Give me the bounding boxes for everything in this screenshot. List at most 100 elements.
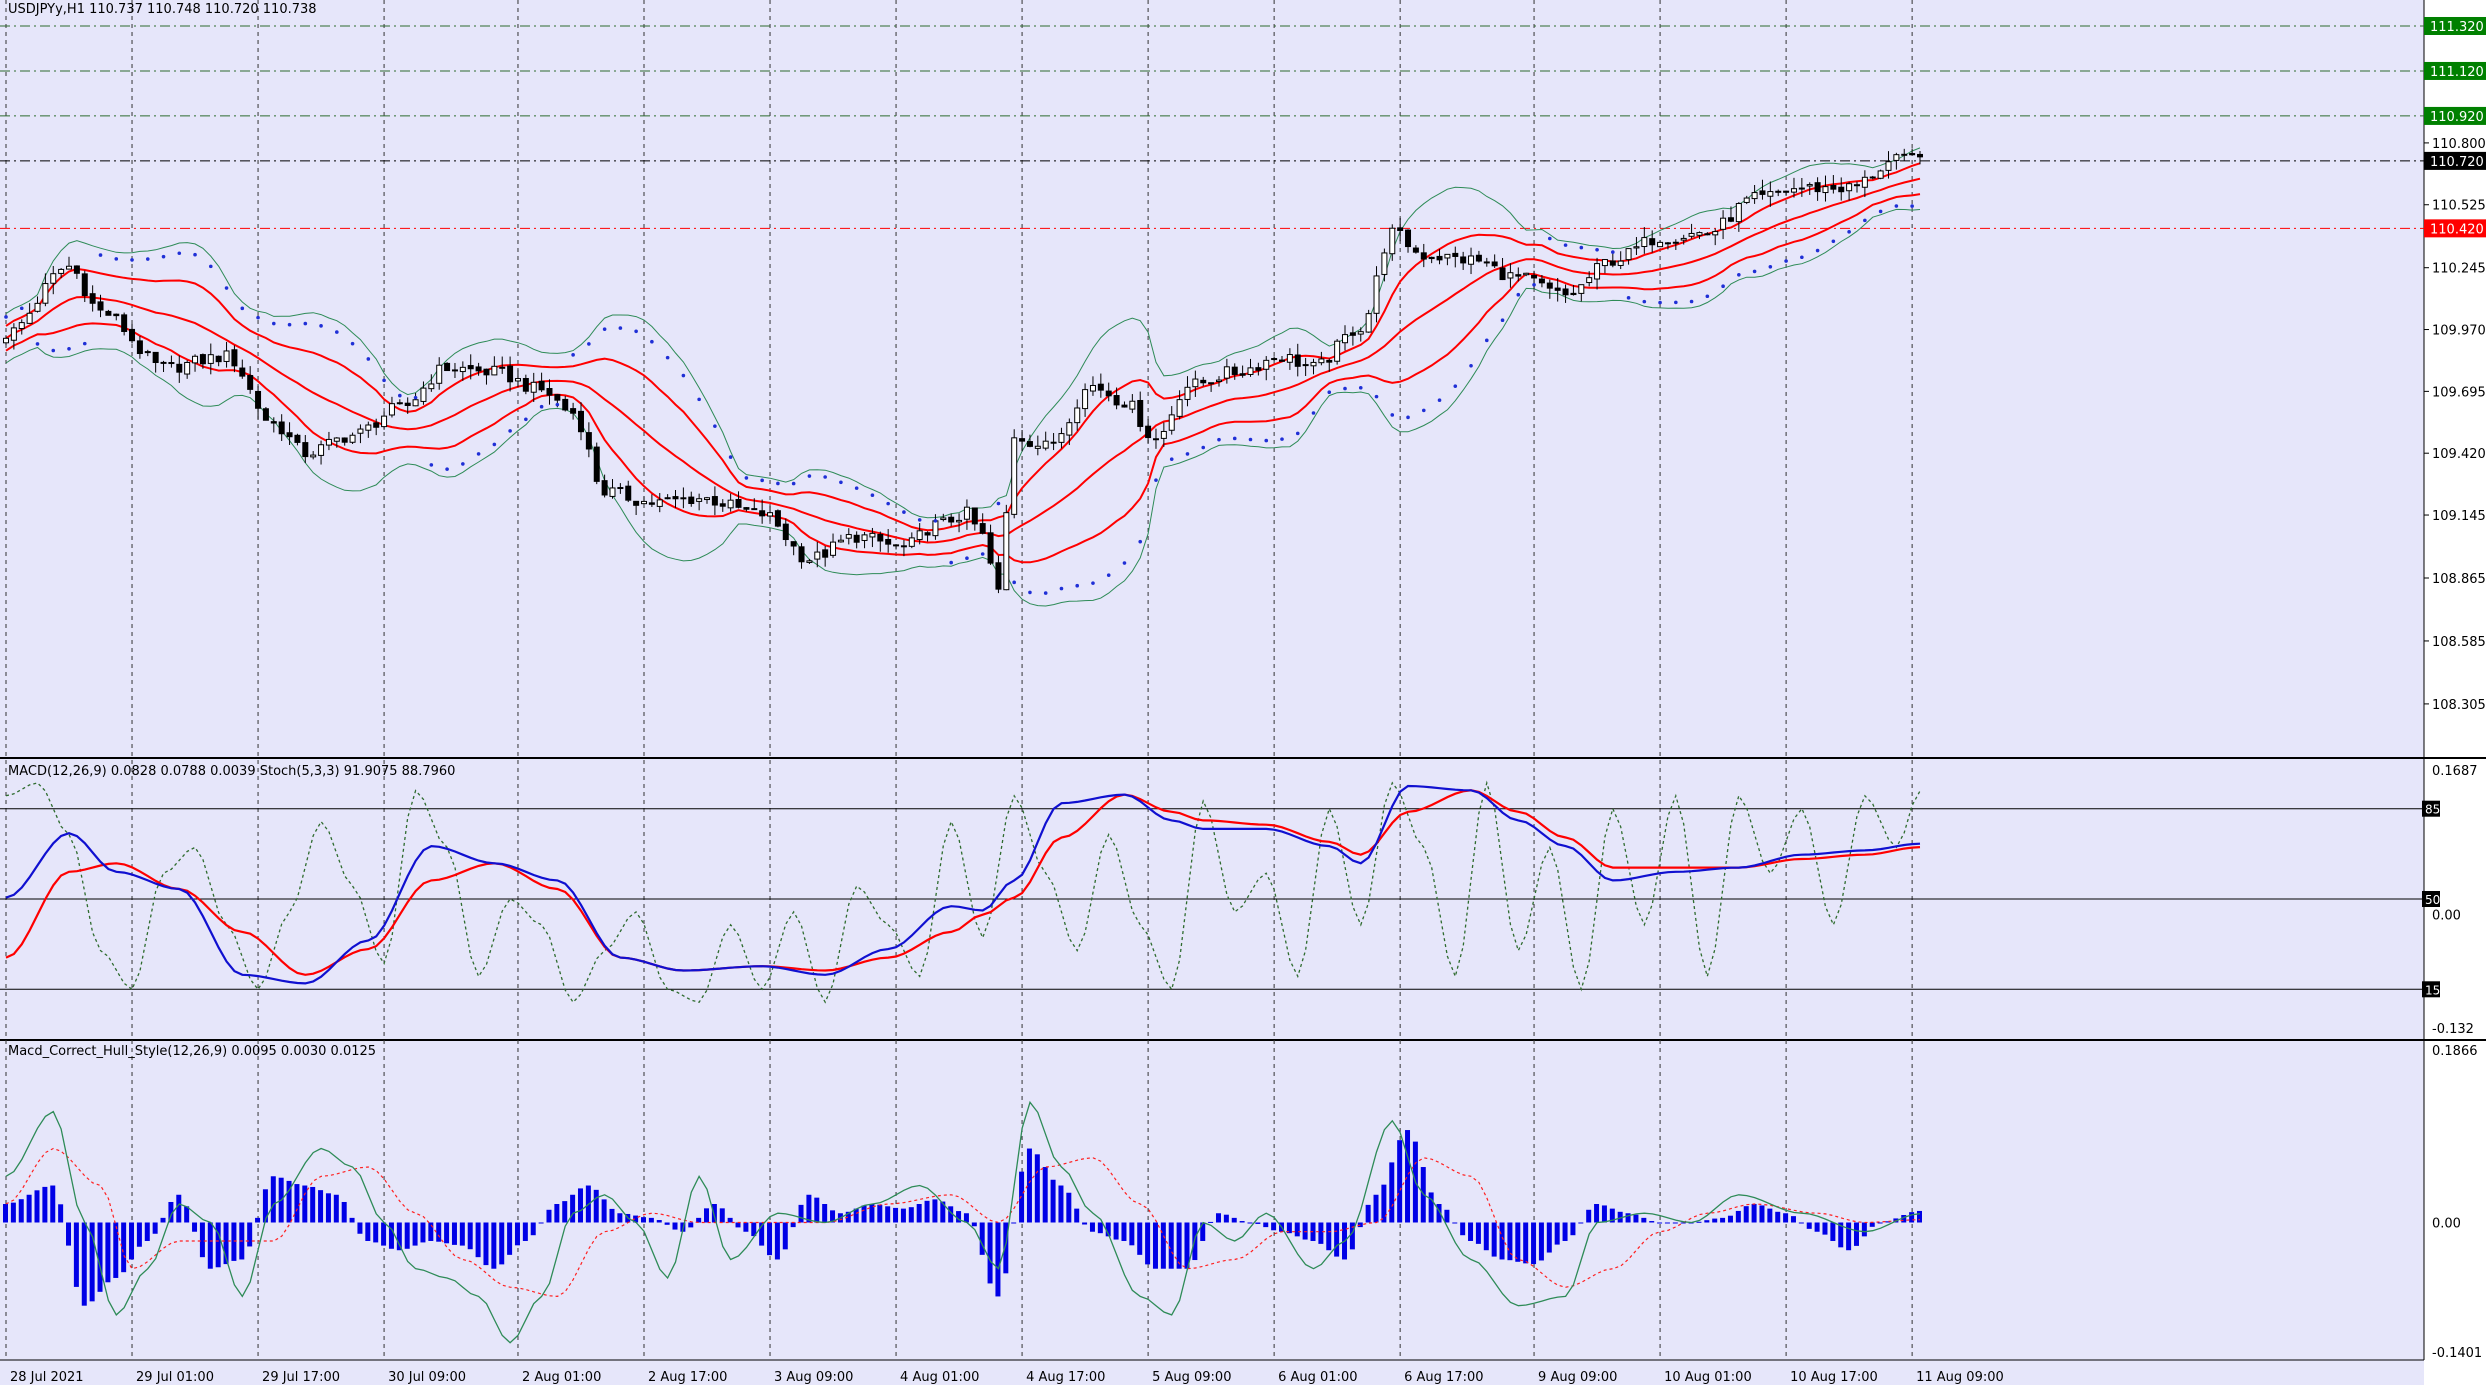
sar-dot [1626, 296, 1631, 300]
sar-dot [1768, 265, 1773, 269]
hull-histogram-bar [1294, 1222, 1300, 1237]
candle-body [1373, 275, 1380, 314]
candle-body [1003, 512, 1010, 591]
sar-dot [1800, 255, 1804, 260]
hull-panel-label: Macd_Correct_Hull_Style(12,26,9) 0.0095 … [8, 1044, 377, 1059]
hull-histogram-bar [365, 1222, 371, 1241]
sar-dot [744, 476, 749, 480]
sar-dot [1280, 437, 1284, 441]
hull-histogram-bar [1783, 1213, 1789, 1223]
chart-title: USDJPYy,H1 110.737 110.748 110.720 110.7… [8, 2, 317, 17]
candle-body [790, 541, 797, 547]
hull-histogram-bar [1145, 1222, 1151, 1265]
candle-body [1680, 237, 1687, 241]
candle-body [963, 506, 970, 520]
sar-dot [1437, 398, 1442, 403]
hull-histogram-bar [577, 1188, 583, 1223]
candle-body [1279, 359, 1285, 362]
candle-body [105, 310, 112, 316]
candle-body [932, 520, 939, 537]
candle-body [1806, 184, 1813, 187]
candle-body [1633, 246, 1640, 249]
hull-histogram-bar [1562, 1222, 1568, 1241]
candle-body [278, 421, 285, 435]
hull-histogram-bar [184, 1206, 190, 1223]
price-tick-label: 109.970 [2432, 324, 2486, 339]
hull-histogram-bar [570, 1194, 576, 1223]
hull-histogram-bar [34, 1190, 40, 1223]
candle-body [302, 442, 309, 458]
hull-histogram-bar [81, 1222, 87, 1306]
hull-histogram-bar [318, 1190, 324, 1223]
hull-histogram-bar [1523, 1222, 1529, 1264]
candle-body [633, 500, 640, 506]
sar-dot [272, 321, 276, 326]
hull-histogram-bar [546, 1209, 552, 1223]
candle-body [546, 388, 553, 396]
sar-dot [1358, 385, 1363, 390]
chart-window[interactable]: 28 Jul 2021 29 Jul 01:00 29 Jul 17:00 30 Ju… [0, 0, 2486, 1385]
hull-histogram-bar [514, 1222, 520, 1246]
candle-body [215, 355, 222, 363]
candle-body [1208, 382, 1215, 385]
chart-canvas[interactable]: 28 Jul 2021 29 Jul 01:00 29 Jul 17:00 30 Ju… [0, 0, 2486, 1385]
sar-dot [1705, 294, 1710, 299]
hull-histogram-bar [1538, 1222, 1544, 1261]
hull-histogram-bar [987, 1222, 993, 1284]
sar-dot [1595, 247, 1599, 252]
hull-histogram-bar [247, 1222, 253, 1247]
candle-body [129, 328, 136, 342]
sar-dot [634, 329, 638, 334]
sar-dot [445, 467, 449, 471]
candle-body [1491, 261, 1498, 267]
hull-histogram-bar [719, 1208, 725, 1223]
hull-histogram-bar [26, 1194, 32, 1223]
candle-body [1861, 176, 1868, 188]
candle-body [1814, 182, 1821, 193]
sar-dot [807, 474, 812, 478]
candle-body [1869, 176, 1876, 179]
sar-dot [1579, 245, 1584, 250]
sar-dot [461, 462, 465, 466]
hull-histogram-bar [1058, 1185, 1064, 1223]
hull-histogram-bar [381, 1222, 387, 1246]
hull-tick-label: -0.1401 [2432, 1346, 2482, 1361]
candle-body [1011, 437, 1018, 515]
candle-body [1381, 252, 1388, 275]
hull-histogram-bar [1302, 1222, 1308, 1240]
sar-dot [1469, 364, 1473, 368]
candle-body [798, 546, 805, 563]
candle-body [207, 354, 214, 364]
candle-body [617, 487, 624, 490]
sar-dot [1327, 390, 1332, 395]
candle-body [1223, 366, 1230, 379]
hull-histogram-bar [373, 1222, 379, 1243]
sar-dot [1248, 437, 1253, 442]
price-tick-label: 110.800 [2432, 137, 2486, 152]
sar-dot [1516, 292, 1521, 297]
sar-dot [1752, 269, 1757, 274]
sar-dot [1721, 284, 1725, 289]
hull-histogram-bar [121, 1222, 127, 1273]
sar-dot [965, 556, 969, 561]
sar-dot [1500, 318, 1505, 323]
hull-histogram-bar [262, 1189, 268, 1223]
candle-body [696, 498, 703, 502]
hull-histogram-bar [900, 1208, 906, 1223]
hull-histogram-bar [1546, 1222, 1552, 1253]
hull-histogram-bar [656, 1220, 662, 1223]
candle-body [459, 366, 466, 373]
time-tick-label: 6 Aug 01:00 [1278, 1370, 1357, 1385]
candle-body [412, 399, 419, 407]
hull-histogram-bar [1239, 1221, 1245, 1223]
hull-histogram-bar [192, 1222, 198, 1232]
candle-body [562, 398, 569, 411]
candle-body [522, 377, 529, 392]
candle-body [499, 366, 506, 369]
candle-body [1468, 255, 1475, 265]
sar-dot [240, 306, 245, 311]
hull-histogram-bar [1215, 1213, 1221, 1223]
time-tick-label: 2 Aug 01:00 [522, 1370, 601, 1385]
hull-histogram-bar [885, 1206, 891, 1223]
candle-body [199, 354, 206, 365]
